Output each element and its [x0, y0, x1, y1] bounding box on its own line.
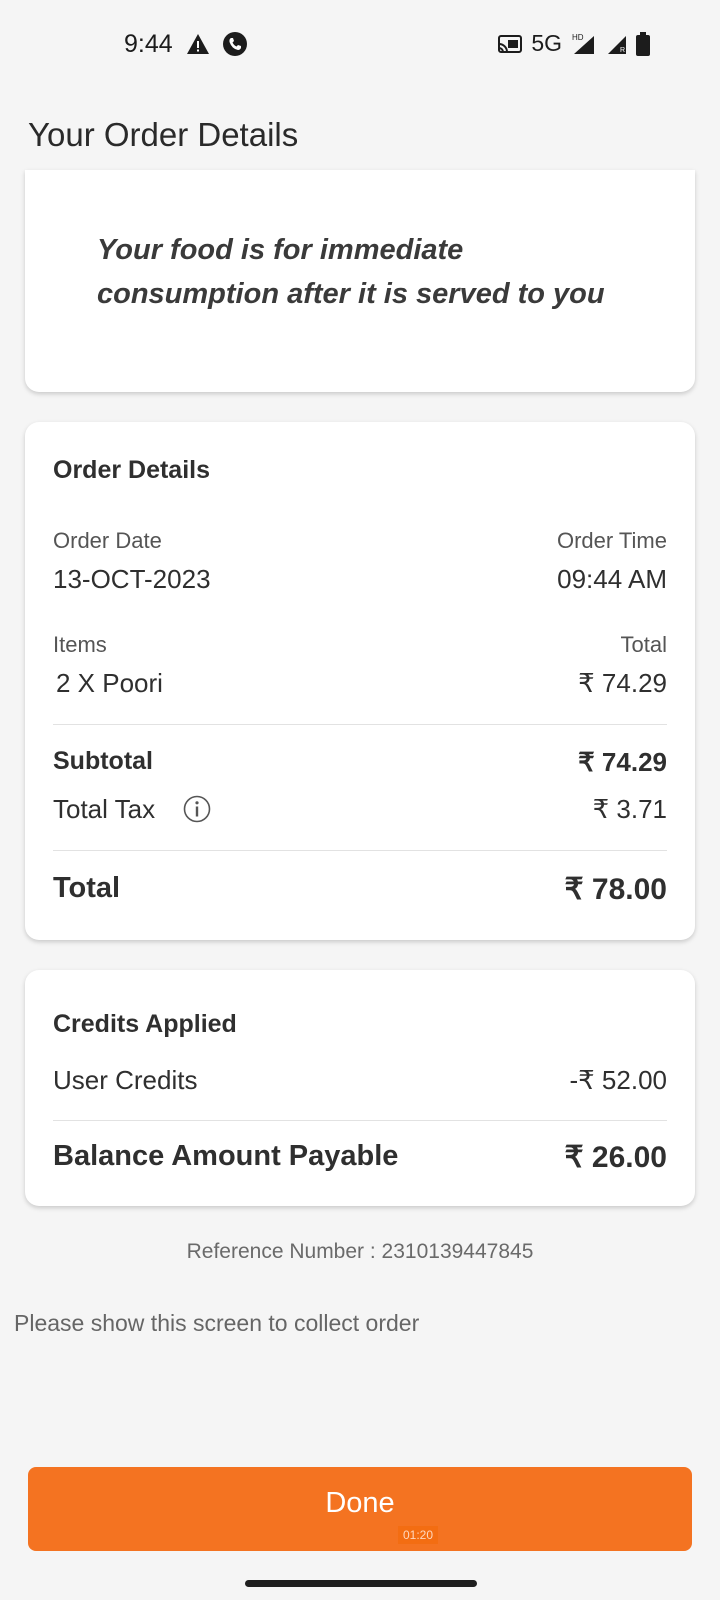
subtotal-label: Subtotal — [53, 747, 153, 775]
done-button-label: Done — [325, 1487, 395, 1519]
page-title: Your Order Details — [28, 116, 299, 153]
info-icon[interactable] — [183, 795, 211, 828]
notice-text: Your food is for immediate consumption a… — [97, 234, 605, 310]
user-credits-value: -₹ 52.00 — [569, 1065, 668, 1095]
item-total: ₹ 74.29 — [578, 668, 667, 698]
collect-note: Please show this screen to collect order — [14, 1310, 420, 1336]
svg-text:HD: HD — [572, 33, 584, 42]
item-name: 2 X Poori — [56, 668, 163, 698]
cast-icon — [497, 34, 523, 54]
signal-r-icon: R — [604, 32, 628, 56]
grand-total-value: ₹ 78.00 — [564, 873, 668, 906]
order-details-card: Order Details Order Date 13-OCT-2023 Ord… — [25, 422, 695, 940]
divider — [53, 1120, 667, 1121]
signal-hd-icon: HD — [570, 32, 596, 56]
credits-card: Credits Applied User Credits -₹ 52.00 Ba… — [25, 970, 695, 1206]
order-time-value: 09:44 AM — [557, 564, 667, 594]
items-total-label: Total — [620, 632, 667, 657]
reference-number: Reference Number : 2310139447845 — [186, 1240, 534, 1263]
home-indicator[interactable] — [245, 1580, 477, 1587]
credits-heading: Credits Applied — [53, 1010, 237, 1038]
done-button[interactable]: Done 01:20 — [28, 1467, 692, 1551]
grand-total-label: Total — [53, 872, 121, 904]
immediate-consumption-notice: Your food is for immediate consumption a… — [25, 170, 695, 392]
svg-text:R: R — [620, 47, 625, 54]
battery-icon — [636, 31, 650, 56]
order-time-label: Order Time — [556, 528, 667, 553]
balance-label: Balance Amount Payable — [53, 1140, 399, 1172]
divider — [53, 724, 667, 725]
user-credits-label: User Credits — [53, 1065, 198, 1095]
total-tax-value: ₹ 3.71 — [592, 794, 667, 824]
items-label: Items — [53, 632, 107, 657]
phone-icon — [222, 31, 248, 57]
balance-value: ₹ 26.00 — [564, 1141, 668, 1174]
divider — [53, 850, 667, 851]
order-date-value: 13-OCT-2023 — [53, 564, 211, 594]
total-tax-label: Total Tax — [53, 794, 156, 824]
order-details-heading: Order Details — [53, 456, 211, 484]
done-timer: 01:20 — [398, 1526, 438, 1544]
status-time: 9:44 — [124, 30, 173, 58]
subtotal-value: ₹ 74.29 — [578, 747, 667, 777]
status-bar: 9:44 5G HD R — [0, 0, 720, 92]
network-type: 5G — [531, 30, 562, 56]
warning-icon — [186, 33, 210, 55]
order-date-label: Order Date — [53, 528, 162, 553]
